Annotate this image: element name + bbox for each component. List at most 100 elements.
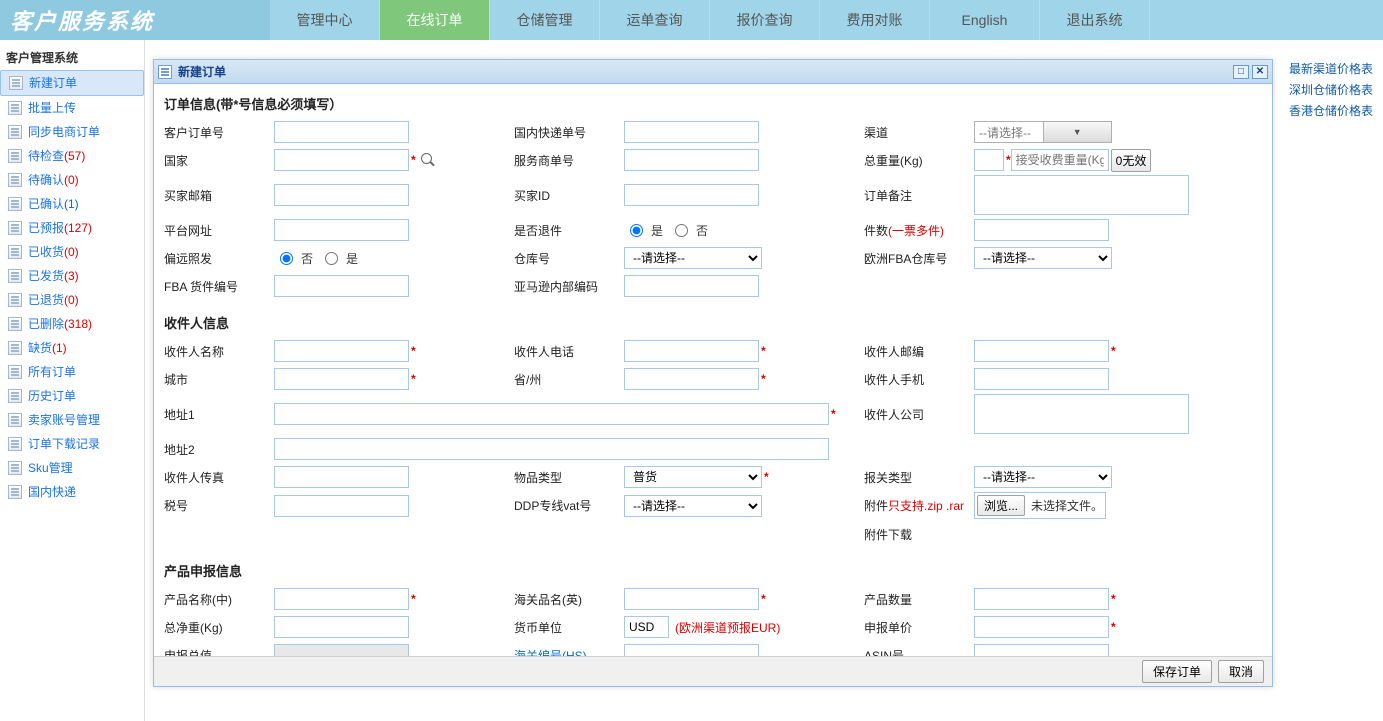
item-type-select[interactable]: 普货: [624, 466, 762, 488]
sidebar-item-16[interactable]: Sku管理: [0, 456, 144, 480]
lbl-weight: 总重量(Kg): [864, 152, 974, 169]
right-link-1[interactable]: 深圳仓储价格表: [1289, 81, 1377, 98]
sidebar-item-1[interactable]: 批量上传: [0, 96, 144, 120]
platform-input[interactable]: [274, 219, 409, 241]
charge-weight-input[interactable]: [1011, 149, 1109, 171]
maximize-button[interactable]: □: [1233, 65, 1249, 79]
country-input[interactable]: [274, 149, 409, 171]
cust-order-input[interactable]: [274, 121, 409, 143]
save-button[interactable]: 保存订单: [1142, 660, 1212, 683]
nav-item-5[interactable]: 费用对账: [820, 0, 930, 40]
nav-item-2[interactable]: 仓储管理: [490, 0, 600, 40]
lbl-hs-code[interactable]: 海关编号(HS): [514, 647, 624, 657]
customs-type-select[interactable]: --请选择--: [974, 466, 1112, 488]
order-note-input[interactable]: [974, 175, 1189, 215]
prod-cn-input[interactable]: [274, 588, 409, 610]
sidebar-item-10[interactable]: 已删除(318): [0, 312, 144, 336]
lbl-currency: 货币单位: [514, 619, 624, 636]
addr2-input[interactable]: [274, 438, 829, 460]
sidebar-item-5[interactable]: 已确认(1): [0, 192, 144, 216]
pieces-input[interactable]: [974, 219, 1109, 241]
hs-en-input[interactable]: [624, 588, 759, 610]
search-icon[interactable]: [420, 152, 436, 168]
recv-mobile-input[interactable]: [974, 368, 1109, 390]
channel-select[interactable]: --请选择--▼: [974, 121, 1112, 143]
recv-zip-input[interactable]: [974, 340, 1109, 362]
sidebar-item-12[interactable]: 所有订单: [0, 360, 144, 384]
sidebar-item-count: (0): [64, 170, 79, 190]
list-icon: [8, 173, 22, 187]
fba-no-input[interactable]: [274, 275, 409, 297]
lbl-cust-order: 客户订单号: [164, 124, 274, 141]
weight-input[interactable]: [974, 149, 1004, 171]
lbl-amz-code: 亚马逊内部编码: [514, 278, 624, 295]
browse-button[interactable]: 浏览...: [977, 495, 1025, 516]
sidebar-item-15[interactable]: 订单下载记录: [0, 432, 144, 456]
section-prod-title: 产品申报信息: [164, 559, 242, 586]
recv-tel-input[interactable]: [624, 340, 759, 362]
tax-no-input[interactable]: [274, 495, 409, 517]
nav-item-7[interactable]: 退出系统: [1040, 0, 1150, 40]
lbl-recv-tel: 收件人电话: [514, 343, 624, 360]
eu-fba-select[interactable]: --请选择--: [974, 247, 1112, 269]
lbl-hs-en: 海关品名(英): [514, 591, 624, 608]
buyer-id-input[interactable]: [624, 184, 759, 206]
city-input[interactable]: [274, 368, 409, 390]
sidebar-item-6[interactable]: 已预报(127): [0, 216, 144, 240]
ddp-vat-select[interactable]: --请选择--: [624, 495, 762, 517]
warehouse-select[interactable]: --请选择--: [624, 247, 762, 269]
unit-price-input[interactable]: [974, 616, 1109, 638]
nav-item-0[interactable]: 管理中心: [270, 0, 380, 40]
return-no-radio[interactable]: [675, 224, 688, 237]
qty-input[interactable]: [974, 588, 1109, 610]
buyer-email-input[interactable]: [274, 184, 409, 206]
addr1-input[interactable]: [274, 403, 829, 425]
right-link-2[interactable]: 香港仓储价格表: [1289, 102, 1377, 119]
hs-code-input[interactable]: [624, 644, 759, 656]
sidebar-item-0[interactable]: 新建订单: [0, 70, 144, 96]
sidebar-item-3[interactable]: 待检查(57): [0, 144, 144, 168]
nav-item-1[interactable]: 在线订单: [380, 0, 490, 40]
list-icon: [8, 437, 22, 451]
section-recv: 收件人信息 收件人名称* 收件人电话* 收件人邮编* 城市* 省/州* 收件人手…: [164, 311, 1262, 549]
lbl-state: 省/州: [514, 371, 624, 388]
sidebar: 客户管理系统 新建订单批量上传同步电商订单待检查(57)待确认(0)已确认(1)…: [0, 40, 145, 721]
right-link-0[interactable]: 最新渠道价格表: [1289, 60, 1377, 77]
sidebar-item-14[interactable]: 卖家账号管理: [0, 408, 144, 432]
nav-item-4[interactable]: 报价查询: [710, 0, 820, 40]
svc-order-input[interactable]: [624, 149, 759, 171]
lbl-buyer-id: 买家ID: [514, 187, 624, 204]
sidebar-item-11[interactable]: 缺货(1): [0, 336, 144, 360]
remote-yes-radio[interactable]: [325, 252, 338, 265]
lbl-remote: 偏远照发: [164, 250, 274, 267]
list-icon: [8, 485, 22, 499]
sidebar-item-7[interactable]: 已收货(0): [0, 240, 144, 264]
return-yes-radio[interactable]: [630, 224, 643, 237]
sidebar-item-2[interactable]: 同步电商订单: [0, 120, 144, 144]
section-order: 订单信息(带*号信息必须填写） 客户订单号 国内快递单号 渠道 --请选择--▼…: [164, 92, 1262, 301]
lbl-addr2: 地址2: [164, 441, 274, 458]
close-button[interactable]: ✕: [1252, 65, 1268, 79]
asin-input[interactable]: [974, 644, 1109, 656]
sidebar-item-13[interactable]: 历史订单: [0, 384, 144, 408]
net-wt-input[interactable]: [274, 616, 409, 638]
sidebar-item-8[interactable]: 已发货(3): [0, 264, 144, 288]
cancel-button[interactable]: 取消: [1218, 660, 1264, 683]
nav: 管理中心在线订单仓储管理运单查询报价查询费用对账English退出系统: [270, 0, 1383, 40]
nav-item-6[interactable]: English: [930, 0, 1040, 40]
recv-fax-input[interactable]: [274, 466, 409, 488]
recv-co-input[interactable]: [974, 394, 1189, 434]
nav-item-3[interactable]: 运单查询: [600, 0, 710, 40]
sidebar-item-4[interactable]: 待确认(0): [0, 168, 144, 192]
state-input[interactable]: [624, 368, 759, 390]
weight-zero-button[interactable]: 0无效: [1111, 149, 1152, 172]
sidebar-item-9[interactable]: 已退货(0): [0, 288, 144, 312]
currency-input[interactable]: [624, 616, 669, 638]
remote-no-radio[interactable]: [280, 252, 293, 265]
sidebar-item-17[interactable]: 国内快递: [0, 480, 144, 504]
sidebar-item-count: (318): [64, 314, 92, 334]
recv-name-input[interactable]: [274, 340, 409, 362]
dom-express-input[interactable]: [624, 121, 759, 143]
sidebar-item-count: (1): [52, 338, 67, 358]
amz-code-input[interactable]: [624, 275, 759, 297]
